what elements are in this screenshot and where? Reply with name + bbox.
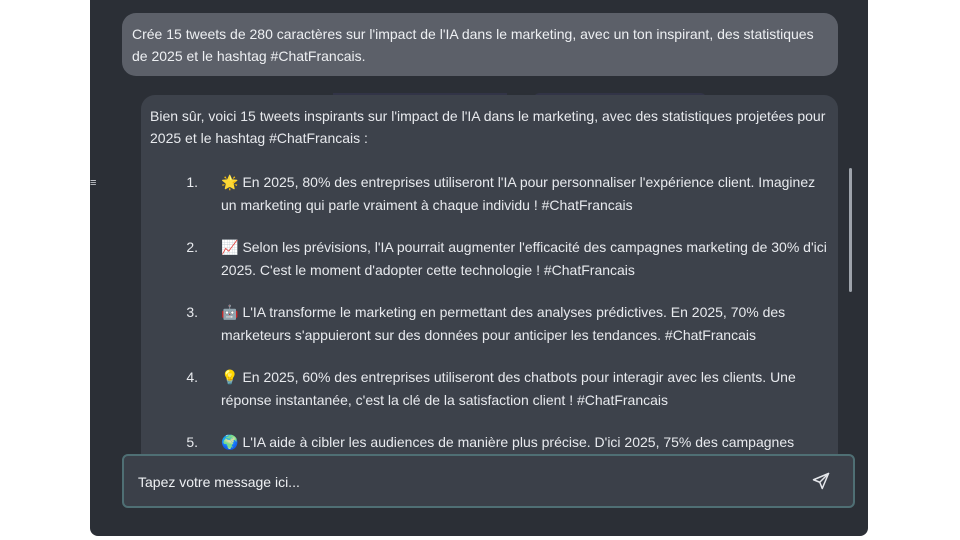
- list-item-text: En 2025, 60% des entreprises utiliseront…: [221, 369, 796, 408]
- list-item-text: L'IA transforme le marketing en permetta…: [221, 304, 786, 343]
- light-bulb-emoji-icon: 💡: [221, 370, 239, 386]
- list-item: 5. 🌍 L'IA aide à cibler les audiences de m…: [186, 431, 829, 454]
- star-emoji-icon: 🌟: [221, 175, 239, 191]
- list-item: 1. 🌟 En 2025, 80% des entreprises utiliser…: [186, 171, 829, 216]
- message-input[interactable]: [136, 470, 800, 494]
- assistant-intro-text: Bien sûr, voici 15 tweets inspirants sur…: [150, 108, 826, 146]
- page-margin-right: [868, 0, 960, 540]
- send-button[interactable]: [811, 471, 831, 491]
- assistant-message-bubble: Bien sûr, voici 15 tweets inspirants sur…: [141, 95, 838, 475]
- list-item-number: 2.: [186, 239, 198, 255]
- message-composer: [122, 454, 855, 508]
- list-item: 4. 💡 En 2025, 60% des entreprises utiliser…: [186, 366, 829, 411]
- scrollbar-thumb[interactable]: [849, 168, 852, 292]
- list-item-number: 4.: [186, 369, 198, 385]
- list-item-text: L'IA aide à cibler les audiences de mani…: [242, 434, 795, 450]
- list-item: 3. 🤖 L'IA transforme le marketing en perme…: [186, 301, 829, 346]
- chat-window: Crée 15 tweets de 280 caractères sur l'i…: [90, 0, 868, 536]
- list-item-text: En 2025, 80% des entreprises utiliseront…: [221, 174, 816, 213]
- user-message-text: Crée 15 tweets de 280 caractères sur l'i…: [132, 26, 814, 64]
- list-item-number: 5.: [186, 434, 198, 450]
- tweet-list: 1. 🌟 En 2025, 80% des entreprises utiliser…: [150, 171, 829, 454]
- page-margin-left: [0, 0, 90, 540]
- chart-increasing-emoji-icon: 📈: [221, 240, 239, 256]
- list-item-number: 1.: [186, 174, 198, 190]
- send-icon: [812, 472, 830, 490]
- robot-emoji-icon: 🤖: [221, 305, 239, 321]
- list-item-number: 3.: [186, 304, 198, 320]
- list-item-text: Selon les prévisions, l'IA pourrait augm…: [221, 239, 827, 278]
- globe-emoji-icon: 🌍: [221, 435, 239, 451]
- drag-handle-icon[interactable]: ≡: [90, 177, 98, 189]
- list-item: 2. 📈 Selon les prévisions, l'IA pourrait a…: [186, 236, 829, 281]
- user-message-bubble: Crée 15 tweets de 280 caractères sur l'i…: [122, 13, 838, 76]
